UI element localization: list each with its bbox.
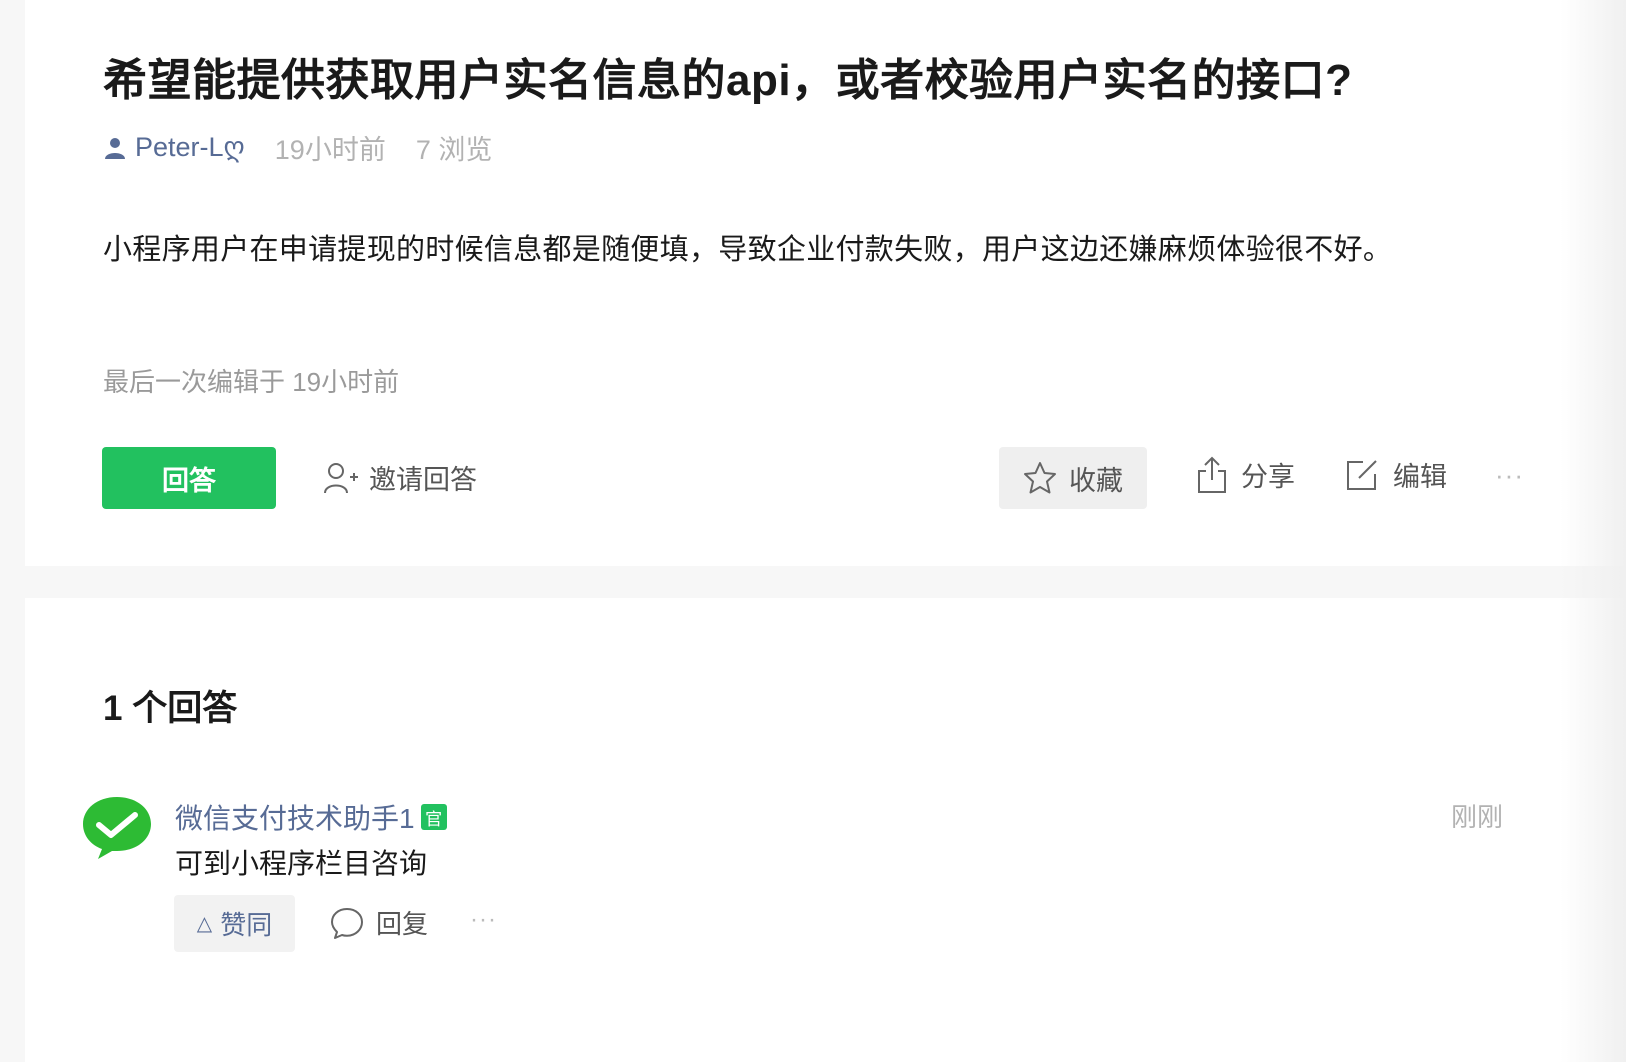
author-emoji: ღ [223, 132, 245, 162]
answer-author-link[interactable]: 微信支付技术助手1 官 [175, 797, 447, 837]
answer-count: 1 个回答 [103, 689, 238, 728]
share-icon [1198, 456, 1226, 493]
right-edge-shade [1560, 0, 1626, 1062]
question-body: 小程序用户在申请提现的时候信息都是随便填，导致企业付款失败，用户这边还嫌麻烦体验… [103, 234, 1393, 266]
question-more-button[interactable]: ··· [1495, 460, 1524, 491]
answer-body: 可到小程序栏目咨询 [175, 848, 428, 879]
share-label: 分享 [1241, 462, 1295, 492]
like-button[interactable]: △ 赞同 [174, 895, 295, 952]
last-edited-text: 最后一次编辑于 19小时前 [103, 367, 400, 397]
edit-label: 编辑 [1393, 462, 1447, 492]
star-icon [1024, 462, 1056, 494]
favorite-button[interactable]: 收藏 [999, 447, 1147, 509]
question-author-name: Peter-L [135, 132, 224, 162]
like-label: 赞同 [220, 910, 273, 940]
triangle-up-icon: △ [196, 913, 213, 935]
question-time: 19小时前 [274, 135, 386, 165]
question-meta: Peter-L ღ 19小时前 7 浏览 [103, 128, 522, 167]
answer-author-name: 微信支付技术助手1 [175, 803, 415, 834]
invite-answer-label: 邀请回答 [369, 465, 477, 495]
answer-more-button[interactable]: ··· [470, 906, 497, 934]
edit-button[interactable]: 编辑 [1345, 455, 1447, 494]
reply-button[interactable]: 回复 [330, 904, 428, 941]
user-icon [105, 137, 125, 159]
share-button[interactable]: 分享 [1197, 455, 1295, 494]
answer-time: 刚刚 [1451, 802, 1504, 832]
reply-label: 回复 [376, 909, 429, 939]
edit-icon [1347, 459, 1377, 490]
question-card: 希望能提供获取用户实名信息的api，或者校验用户实名的接口? Peter-L ღ … [25, 0, 1626, 566]
comment-icon [331, 907, 363, 939]
official-badge: 官 [420, 804, 447, 830]
add-user-icon [324, 462, 358, 493]
question-views: 7 浏览 [415, 135, 493, 165]
invite-answer-button[interactable]: 邀请回答 [323, 458, 477, 497]
question-author-link[interactable]: Peter-L ღ [103, 132, 245, 163]
question-title: 希望能提供获取用户实名信息的api，或者校验用户实名的接口? [103, 56, 1353, 105]
favorite-label: 收藏 [1069, 465, 1123, 496]
wechat-pay-logo [83, 797, 151, 859]
answer-button[interactable]: 回答 [102, 447, 276, 509]
